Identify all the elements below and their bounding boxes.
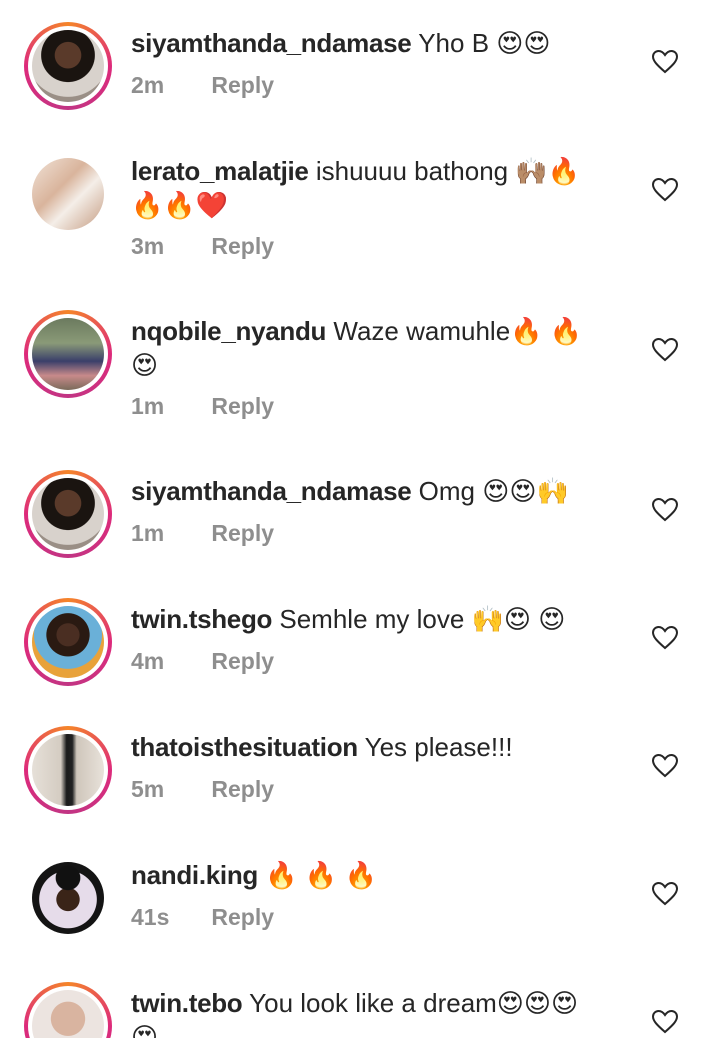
reply-button[interactable]: Reply — [211, 72, 274, 99]
comment-time: 1m — [131, 520, 165, 546]
comment-text: Omg 😍😍🙌 — [418, 476, 569, 506]
avatar-wrapper[interactable] — [32, 862, 104, 934]
comment-text: Yho B 😍😍 — [418, 28, 551, 58]
comment-time: 4m — [131, 648, 165, 674]
avatar — [32, 30, 104, 102]
comment-time: 41s — [131, 904, 170, 930]
comment-time: 3m — [131, 233, 165, 259]
comment-text-continued: 😍 — [131, 350, 159, 380]
comment-username[interactable]: nqobile_nyandu — [131, 316, 326, 346]
comment-username[interactable]: thatoisthesituation — [131, 732, 358, 762]
avatar — [32, 478, 104, 550]
avatar — [32, 990, 104, 1038]
comment-item: thatoisthesituation Yes please!!! 5m Rep… — [0, 726, 720, 854]
comment-time: 5m — [131, 776, 165, 802]
avatar-wrapper[interactable] — [32, 158, 104, 230]
comment-text-continued: 🔥🔥❤️ — [131, 190, 229, 220]
comment-item: nqobile_nyandu Waze wamuhle🔥 🔥 😍 1m Repl… — [0, 310, 720, 438]
heart-outline-icon[interactable] — [652, 178, 678, 202]
comment-item: twin.tebo You look like a dream😍😍😍 😍 — [0, 982, 720, 1038]
avatar — [32, 606, 104, 678]
comment-username[interactable]: twin.tshego — [131, 604, 272, 634]
reply-button[interactable]: Reply — [211, 648, 274, 675]
comment-time: 1m — [131, 393, 165, 419]
comment-text: Semhle my love 🙌😍 😍 — [279, 604, 566, 634]
comment-username[interactable]: siyamthanda_ndamase — [131, 476, 412, 506]
comment-item: twin.tshego Semhle my love 🙌😍 😍 4m Reply — [0, 598, 720, 726]
heart-outline-icon[interactable] — [652, 50, 678, 74]
avatar-story-ring[interactable] — [24, 726, 112, 814]
comment-username[interactable]: siyamthanda_ndamase — [131, 28, 412, 58]
comment-item: nandi.king 🔥 🔥 🔥 41s Reply — [0, 854, 720, 982]
heart-outline-icon[interactable] — [652, 498, 678, 522]
comment-text: ishuuuu bathong 🙌🏽🔥 — [315, 156, 581, 186]
comment-text: Waze wamuhle🔥 🔥 — [333, 316, 583, 346]
avatar-story-ring[interactable] — [24, 22, 112, 110]
comment-username[interactable]: twin.tebo — [131, 988, 243, 1018]
reply-button[interactable]: Reply — [211, 776, 274, 803]
reply-button[interactable]: Reply — [211, 904, 274, 931]
heart-outline-icon[interactable] — [652, 626, 678, 650]
heart-outline-icon[interactable] — [652, 1010, 678, 1034]
comment-text: Yes please!!! — [364, 732, 513, 762]
comment-text-continued: 😍 — [131, 1022, 159, 1038]
comment-username[interactable]: nandi.king — [131, 860, 258, 890]
heart-outline-icon[interactable] — [652, 338, 678, 362]
heart-outline-icon[interactable] — [652, 882, 678, 906]
reply-button[interactable]: Reply — [211, 233, 274, 260]
comment-text: You look like a dream😍😍😍 — [249, 988, 579, 1018]
comment-text: 🔥 🔥 🔥 — [265, 860, 377, 890]
reply-button[interactable]: Reply — [211, 393, 274, 420]
comment-item: siyamthanda_ndamase Yho B 😍😍 2m Reply — [0, 0, 720, 128]
avatar-story-ring[interactable] — [24, 470, 112, 558]
avatar — [32, 862, 104, 934]
comment-item: lerato_malatjie ishuuuu bathong 🙌🏽🔥 🔥🔥❤️… — [0, 150, 720, 278]
comment-time: 2m — [131, 72, 165, 98]
comment-item: siyamthanda_ndamase Omg 😍😍🙌 1m Reply — [0, 470, 720, 598]
avatar — [32, 734, 104, 806]
comment-username[interactable]: lerato_malatjie — [131, 156, 309, 186]
avatar-story-ring[interactable] — [24, 310, 112, 398]
avatar-story-ring[interactable] — [24, 982, 112, 1038]
avatar — [32, 318, 104, 390]
avatar-story-ring[interactable] — [24, 598, 112, 686]
heart-outline-icon[interactable] — [652, 754, 678, 778]
reply-button[interactable]: Reply — [211, 520, 274, 547]
avatar — [32, 158, 104, 230]
